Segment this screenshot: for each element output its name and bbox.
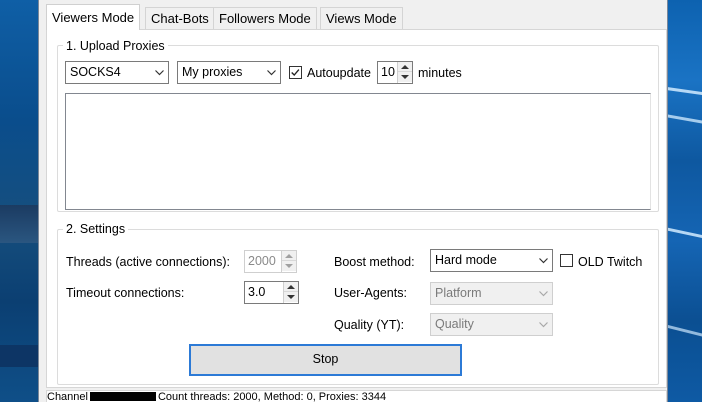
- chevron-down-icon: [539, 258, 548, 264]
- desktop-background-left: [0, 0, 38, 402]
- channel-label: Channel: [47, 391, 88, 402]
- autoupdate-interval-value: 10: [381, 65, 395, 79]
- quality-select[interactable]: Quality: [430, 313, 553, 336]
- stepper-up-button[interactable]: [398, 62, 412, 72]
- wallpaper-light-beam: [668, 85, 702, 98]
- proxy-type-select[interactable]: SOCKS4: [65, 61, 169, 84]
- tab-label: Views Mode: [326, 11, 397, 26]
- tab-views-mode[interactable]: Views Mode: [320, 7, 403, 29]
- old-twitch-label: OLD Twitch: [578, 255, 643, 269]
- timeout-label: Timeout connections:: [66, 286, 185, 300]
- stepper-buttons: [283, 282, 298, 303]
- status-text: Count threads: 2000, Method: 0, Proxies:…: [157, 391, 387, 402]
- arrow-down-icon: [287, 295, 295, 299]
- user-agents-value: Platform: [435, 286, 482, 300]
- minutes-label: minutes: [418, 66, 462, 80]
- timeout-stepper[interactable]: 3.0: [244, 281, 299, 304]
- chevron-down-icon: [155, 70, 164, 76]
- user-agents-select[interactable]: Platform: [430, 282, 553, 305]
- tab-chat-bots[interactable]: Chat-Bots: [145, 7, 215, 29]
- checkmark-icon: [291, 69, 300, 77]
- threads-value: 2000: [248, 254, 276, 268]
- quality-value: Quality: [435, 317, 474, 331]
- arrow-up-icon: [287, 285, 295, 289]
- status-bar: Channel Count threads: 2000, Method: 0, P…: [46, 390, 667, 402]
- channel-redacted-field: [89, 392, 156, 401]
- upload-proxies-legend: 1. Upload Proxies: [63, 39, 168, 53]
- arrow-down-icon: [401, 75, 409, 79]
- chevron-down-icon: [539, 291, 548, 297]
- stepper-up-button[interactable]: [282, 251, 296, 261]
- user-agents-label: User-Agents:: [334, 286, 407, 300]
- chevron-down-icon: [267, 70, 276, 76]
- stepper-buttons: [281, 251, 296, 272]
- proxy-source-select[interactable]: My proxies: [177, 61, 281, 84]
- tab-label: Chat-Bots: [151, 11, 209, 26]
- proxy-source-value: My proxies: [182, 65, 243, 79]
- arrow-down-icon: [285, 264, 293, 268]
- stepper-down-button[interactable]: [284, 292, 298, 302]
- arrow-up-icon: [401, 65, 409, 69]
- app-window: Viewers Mode Chat-Bots Followers Mode Vi…: [38, 0, 668, 402]
- tab-followers-mode[interactable]: Followers Mode: [213, 7, 317, 29]
- wallpaper-light-beam: [668, 112, 702, 127]
- quality-label: Quality (YT):: [334, 318, 405, 332]
- autoupdate-label: Autoupdate: [307, 66, 371, 80]
- desktop-wallpaper-shade: [0, 205, 38, 243]
- arrow-up-icon: [285, 254, 293, 258]
- chevron-down-icon: [539, 322, 548, 328]
- proxy-type-value: SOCKS4: [70, 65, 121, 79]
- tab-label: Followers Mode: [219, 11, 311, 26]
- threads-label: Threads (active connections):: [66, 255, 230, 269]
- tab-label: Viewers Mode: [52, 10, 135, 25]
- settings-legend: 2. Settings: [63, 222, 129, 236]
- boost-method-label: Boost method:: [334, 255, 415, 269]
- stop-button[interactable]: Stop: [189, 344, 462, 376]
- desktop-wallpaper-shade: [0, 345, 38, 367]
- timeout-value: 3.0: [248, 285, 266, 299]
- stepper-down-button[interactable]: [398, 72, 412, 82]
- boost-method-value: Hard mode: [435, 253, 497, 267]
- threads-stepper[interactable]: 2000: [244, 250, 297, 273]
- stepper-up-button[interactable]: [284, 282, 298, 292]
- autoupdate-interval-stepper[interactable]: 10: [377, 61, 413, 84]
- stepper-buttons: [397, 62, 412, 83]
- wallpaper-light-beam: [668, 322, 702, 341]
- wallpaper-light-beam: [668, 225, 702, 242]
- old-twitch-checkbox[interactable]: [560, 254, 573, 267]
- desktop-background-right: [668, 0, 702, 402]
- viewers-mode-panel: 1. Upload Proxies SOCKS4 My proxies Auto…: [46, 29, 667, 388]
- tab-viewers-mode[interactable]: Viewers Mode: [46, 4, 141, 30]
- boost-method-select[interactable]: Hard mode: [430, 249, 553, 272]
- proxy-list-textarea[interactable]: [65, 93, 651, 210]
- autoupdate-checkbox[interactable]: [289, 66, 302, 79]
- stepper-down-button[interactable]: [282, 261, 296, 271]
